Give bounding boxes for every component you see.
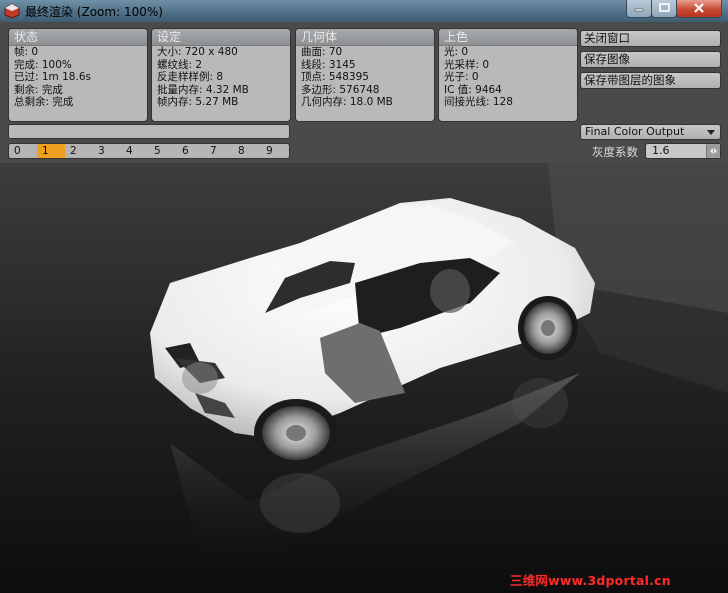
settings-header: 设定: [152, 29, 290, 46]
geometry-row: 几何内存: 18.0 MB: [301, 96, 393, 109]
status-row: 总剩余: 完成: [14, 96, 74, 109]
rendered-image: [0, 163, 728, 593]
window-title: 最终渲染 (Zoom: 100%): [25, 5, 163, 19]
frame-page-6[interactable]: 6: [177, 144, 205, 158]
frame-page-0[interactable]: 0: [9, 144, 37, 158]
settings-row: 大小: 720 x 480: [157, 46, 238, 58]
render-app-icon: [4, 3, 20, 19]
geometry-row: 曲面: 70: [301, 46, 343, 58]
frame-page-9[interactable]: 9: [261, 144, 289, 158]
render-viewport: [0, 163, 728, 593]
shading-header: 上色: [439, 29, 577, 46]
dropdown-arrow-icon: [707, 130, 715, 135]
settings-row: 帧内存: 5.27 MB: [157, 96, 239, 109]
status-row: 完成: 100%: [14, 58, 72, 71]
maximize-icon: [659, 3, 670, 12]
close-icon: [694, 3, 704, 13]
frame-page-5[interactable]: 5: [149, 144, 177, 158]
status-panel: 状态 帧: 0 完成: 100% 已过: 1m 18.6s 剩余: 完成 总剩余…: [8, 28, 148, 122]
frame-page-3[interactable]: 3: [93, 144, 121, 158]
frame-page-1[interactable]: 1: [37, 144, 65, 158]
output-select[interactable]: Final Color Output: [580, 124, 721, 140]
settings-row: 批量内存: 4.32 MB: [157, 83, 249, 96]
frame-page-8[interactable]: 8: [233, 144, 261, 158]
geometry-panel: 几何体 曲面: 70 线段: 3145 顶点: 548395 多边形: 5767…: [295, 28, 435, 122]
geometry-header: 几何体: [296, 29, 434, 46]
shading-row: 光: 0: [444, 46, 469, 58]
title-bar: 最终渲染 (Zoom: 100%): [0, 0, 728, 22]
minimize-icon: [634, 8, 644, 12]
close-button[interactable]: [676, 0, 722, 18]
front-wheel: [254, 399, 338, 467]
gamma-value: 1.6: [652, 144, 670, 157]
gamma-label: 灰度系数: [592, 145, 638, 159]
settings-panel: 设定 大小: 720 x 480 螺纹线: 2 反走样样例: 8 批量内存: 4…: [151, 28, 291, 122]
output-select-value: Final Color Output: [585, 125, 685, 138]
render-progress-fill: [9, 125, 289, 138]
close-window-button[interactable]: 关闭窗口: [580, 30, 721, 47]
spinner-icon[interactable]: [706, 144, 720, 158]
save-image-button[interactable]: 保存图像: [580, 51, 721, 68]
settings-row: 反走样样例: 8: [157, 71, 224, 84]
geometry-row: 顶点: 548395: [301, 71, 369, 84]
frame-page-7[interactable]: 7: [205, 144, 233, 158]
status-header: 状态: [9, 29, 147, 46]
frame-page-4[interactable]: 4: [121, 144, 149, 158]
status-row: 帧: 0: [14, 46, 39, 58]
geometry-row: 多边形: 576748: [301, 83, 380, 96]
save-layered-image-button[interactable]: 保存带图层的图象: [580, 72, 721, 89]
render-progress-bar: [8, 124, 290, 139]
rear-wheel: [518, 296, 578, 360]
frame-page-2[interactable]: 2: [65, 144, 93, 158]
geometry-row: 线段: 3145: [301, 58, 356, 71]
shading-row: IC 值: 9464: [444, 83, 502, 96]
maximize-button[interactable]: [651, 0, 677, 18]
gamma-input[interactable]: 1.6: [645, 143, 721, 159]
shading-row: 光采样: 0: [444, 58, 490, 71]
minimize-button[interactable]: [626, 0, 652, 18]
watermark: 三维网www.3dportal.cn: [510, 573, 671, 588]
shading-panel: 上色 光: 0 光采样: 0 光子: 0 IC 值: 9464 间接光线: 12…: [438, 28, 578, 122]
status-row: 剩余: 完成: [14, 83, 63, 96]
shading-row: 间接光线: 128: [444, 96, 513, 109]
settings-row: 螺纹线: 2: [157, 58, 203, 71]
frame-selector: 0123456789: [8, 143, 290, 159]
status-row: 已过: 1m 18.6s: [14, 71, 91, 84]
shading-row: 光子: 0: [444, 71, 479, 84]
